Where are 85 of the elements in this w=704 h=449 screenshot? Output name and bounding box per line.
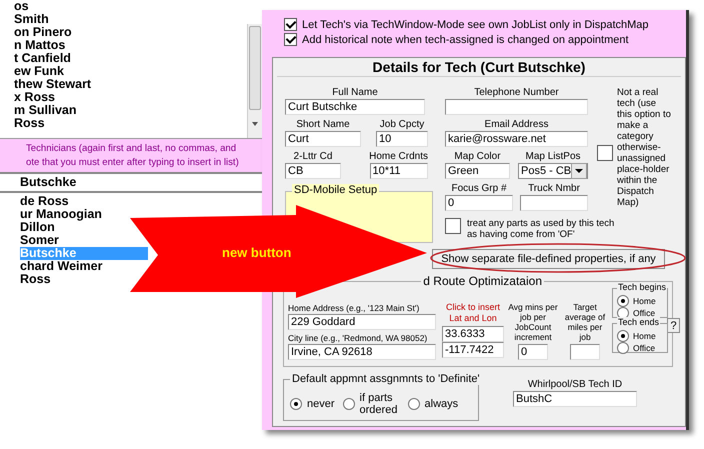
show-properties-button[interactable]: Show separate file-defined properties, if any xyxy=(432,249,665,269)
text-field[interactable]: Irvine, CA 92618 xyxy=(288,344,436,360)
field-label: Home Crdnts xyxy=(369,151,428,163)
radio-label: always xyxy=(424,398,458,410)
checkbox[interactable] xyxy=(445,218,461,234)
radio-label: never xyxy=(307,398,335,410)
radio-label: if parts ordered xyxy=(360,392,398,416)
help-button[interactable]: ? xyxy=(667,318,680,333)
text-field[interactable] xyxy=(520,195,588,211)
text-field[interactable]: 10 xyxy=(376,131,428,147)
text-field[interactable]: 0 xyxy=(518,344,548,360)
field-label: Map ListPos xyxy=(525,151,581,163)
text-field[interactable]: 0 xyxy=(445,195,513,211)
checkbox[interactable] xyxy=(284,33,297,46)
field-label: Home Address (e.g., '123 Main St') xyxy=(288,302,420,314)
dropdown[interactable]: Pos5 - CB xyxy=(518,163,588,179)
text-field[interactable]: karie@rossware.net xyxy=(445,131,588,147)
field-label: Avg mins per job per JobCount increment xyxy=(508,302,558,344)
text-field[interactable]: CB xyxy=(285,163,341,179)
radio-button[interactable] xyxy=(342,398,355,410)
text-field[interactable] xyxy=(445,99,588,115)
text-field[interactable]: Curt Butschke xyxy=(285,99,425,115)
list-item[interactable]: thew Stewart xyxy=(14,78,92,91)
text-field[interactable] xyxy=(570,344,600,360)
field-label: Target average of miles per job xyxy=(564,302,606,344)
field-label: Short Name xyxy=(296,119,350,131)
scrollbar[interactable] xyxy=(247,24,262,138)
list-item[interactable]: ew Funk xyxy=(14,65,64,78)
checkbox-label: treat any parts as used by this tech as having come from 'OF' xyxy=(467,218,616,240)
instruction-text: ote that you must enter after typing to insert in list) xyxy=(26,156,240,170)
checkbox[interactable] xyxy=(284,18,297,31)
text-field[interactable]: 229 Goddard xyxy=(288,314,436,330)
field-label: Whirlpool/SB Tech ID xyxy=(528,379,622,391)
list-item[interactable]: Ross xyxy=(14,117,45,130)
dialog-title: Details for Tech (Curt Butschke) xyxy=(277,58,681,77)
field-label: Job Cpcty xyxy=(380,119,424,131)
radio-button[interactable] xyxy=(408,398,420,410)
list-item[interactable]: Dillon xyxy=(20,221,55,234)
field-label: City line (e.g., 'Redmond, WA 98052) xyxy=(288,332,428,344)
field-label: Focus Grp # xyxy=(451,183,507,195)
instruction-text: Technicians (again first and last, no commas, and xyxy=(26,142,238,156)
text-field[interactable]: -117.7422 xyxy=(442,342,504,358)
list-item[interactable]: m Sullivan xyxy=(14,104,77,117)
list-item[interactable]: on Pinero xyxy=(14,26,72,39)
group-label: d Route Optimizataion xyxy=(421,274,544,288)
annotation-label: new button xyxy=(222,245,292,260)
field-label: Map Color xyxy=(454,151,501,163)
text-field[interactable]: Green xyxy=(445,163,510,179)
group-label: Tech ends xyxy=(617,317,660,327)
list-item[interactable]: Smith xyxy=(14,13,49,26)
list-item[interactable]: chard Weimer xyxy=(20,260,102,273)
option-label: Let Tech's via TechWindow-Mode see own JobList only in DispatchMap xyxy=(302,18,649,30)
radio-label: Home xyxy=(633,296,656,306)
list-item[interactable]: ur Manoogian xyxy=(20,208,102,221)
radio-button[interactable] xyxy=(617,295,629,307)
list-item[interactable]: x Ross xyxy=(14,91,55,104)
checkbox-label: Not a real tech (use this option to make a category otherwise-unassigned place-holder within the Dispatch Map) xyxy=(617,87,672,208)
field-label: Email Address xyxy=(484,119,548,131)
radio-label: Home xyxy=(633,331,656,341)
field-label: Telephone Number xyxy=(474,87,559,99)
radio-button[interactable] xyxy=(290,398,302,410)
list-item[interactable]: n Mattos xyxy=(14,39,66,52)
radio-label: Office xyxy=(633,308,656,318)
list-item[interactable]: Ross xyxy=(20,273,51,286)
lat-lon-link[interactable]: Click to insert Lat and Lon xyxy=(442,302,504,326)
radio-button[interactable] xyxy=(617,330,629,342)
field-label: 2-Lttr Cd xyxy=(294,151,332,163)
text-field[interactable]: 33.6333 xyxy=(442,326,504,342)
list-item[interactable]: os xyxy=(14,0,29,13)
field-label: Full Name xyxy=(332,87,378,99)
list-item[interactable]: de Ross xyxy=(20,195,69,208)
radio-label: Office xyxy=(633,343,656,353)
text-field[interactable]: Curt xyxy=(285,131,361,147)
text-field[interactable]: ButshC xyxy=(513,391,637,407)
option-label: Add historical note when tech-assigned is changed on appointment xyxy=(302,34,629,46)
group-label: Tech begins xyxy=(617,282,668,292)
name-input[interactable]: Butschke xyxy=(0,172,262,193)
group-label: Default appmnt assgnmnts to 'Definite' xyxy=(290,373,482,385)
radio-button[interactable] xyxy=(617,342,629,354)
checkbox[interactable] xyxy=(597,145,613,161)
group-label: SD-Mobile Setup xyxy=(292,184,380,196)
list-item[interactable]: t Canfield xyxy=(14,52,71,65)
field-label: Truck Nmbr xyxy=(528,183,580,195)
list-item[interactable]: Somer xyxy=(20,234,59,247)
text-field[interactable]: 10*11 xyxy=(370,163,428,179)
